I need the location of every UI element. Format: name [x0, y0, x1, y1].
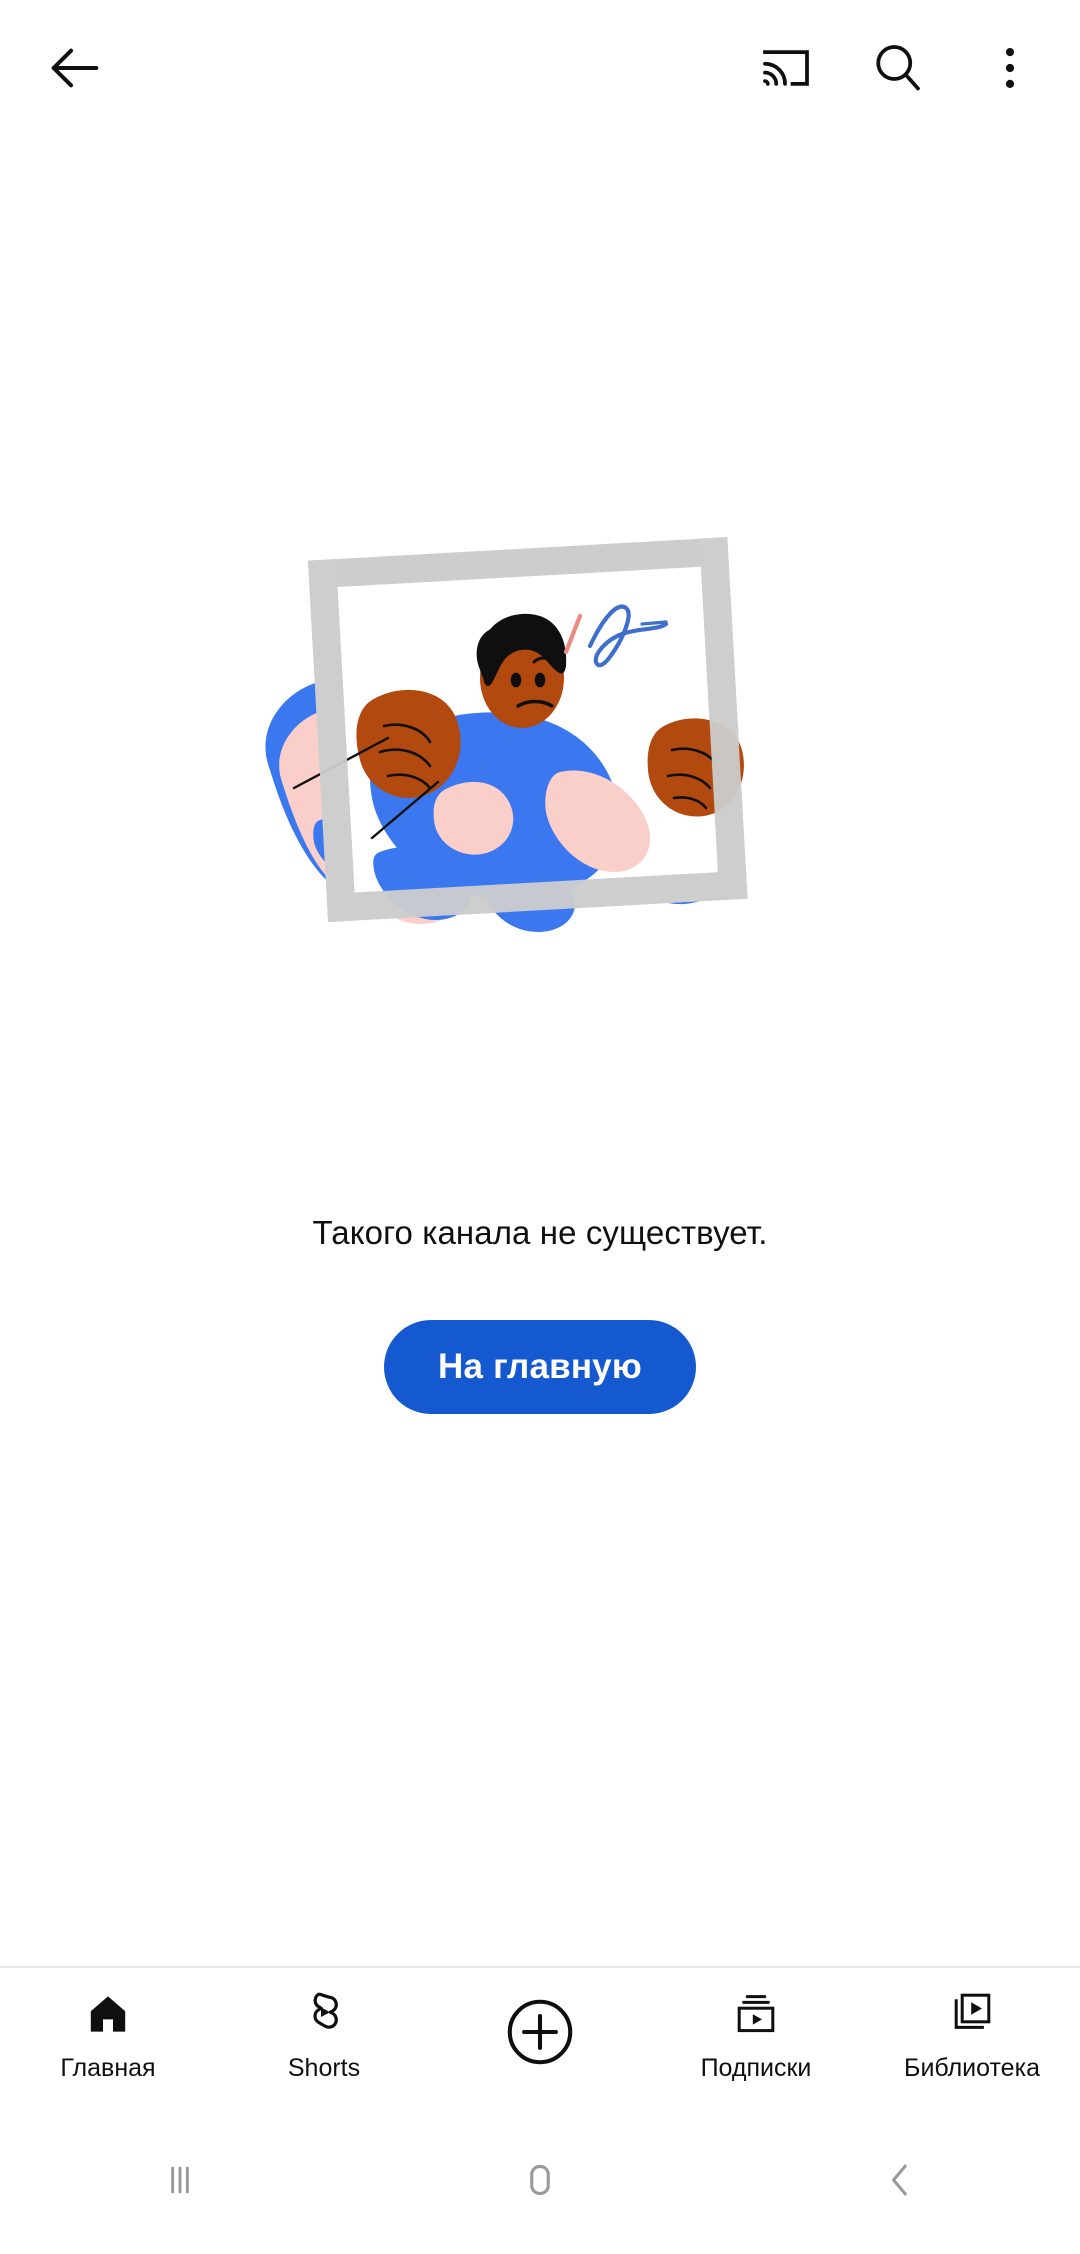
recents-icon — [154, 2154, 206, 2211]
more-options-button[interactable] — [954, 12, 1066, 124]
library-icon — [948, 1986, 996, 2042]
nav-item-subscriptions[interactable]: Подписки — [648, 1968, 864, 2113]
back-button[interactable] — [19, 12, 131, 124]
search-icon — [868, 38, 928, 98]
top-app-bar — [0, 0, 1080, 135]
go-home-button[interactable]: На главную — [384, 1320, 696, 1414]
nav-item-create[interactable] — [432, 1968, 648, 2113]
empty-state-illustration — [260, 520, 820, 940]
back-button-system[interactable] — [720, 2154, 1080, 2211]
nav-label-library: Библиотека — [904, 2054, 1040, 2082]
more-vert-icon — [982, 40, 1038, 96]
nav-item-shorts[interactable]: Shorts — [216, 1968, 432, 2113]
empty-state-message: Такого канала не существует. — [312, 1214, 768, 1251]
back-arrow-icon — [43, 36, 107, 100]
cast-icon — [758, 40, 814, 96]
subscriptions-icon — [732, 1986, 780, 2042]
search-button[interactable] — [842, 12, 954, 124]
nav-item-library[interactable]: Библиотека — [864, 1968, 1080, 2113]
nav-label-subscriptions: Подписки — [700, 2054, 812, 2082]
bottom-navigation-bar: Главная Shorts Подписки Библиотека — [0, 1966, 1080, 2111]
cast-button[interactable] — [730, 12, 842, 124]
nav-label-shorts: Shorts — [287, 2054, 361, 2082]
create-plus-icon — [501, 1986, 579, 2078]
shorts-icon — [300, 1986, 348, 2042]
home-button[interactable] — [360, 2154, 720, 2211]
topbar-actions — [730, 12, 1080, 124]
home-icon — [84, 1986, 132, 2042]
nav-label-home: Главная — [60, 2054, 156, 2082]
topbar-left-group — [0, 12, 150, 124]
empty-state-content: Такого канала не существует. На главную — [0, 135, 1080, 1966]
android-system-navigation-bar — [0, 2111, 1080, 2254]
chevron-left-icon — [874, 2154, 926, 2211]
cta-container: На главную — [0, 1320, 1080, 1414]
recents-button[interactable] — [0, 2154, 360, 2211]
home-square-icon — [514, 2154, 566, 2211]
nav-item-home[interactable]: Главная — [0, 1968, 216, 2113]
